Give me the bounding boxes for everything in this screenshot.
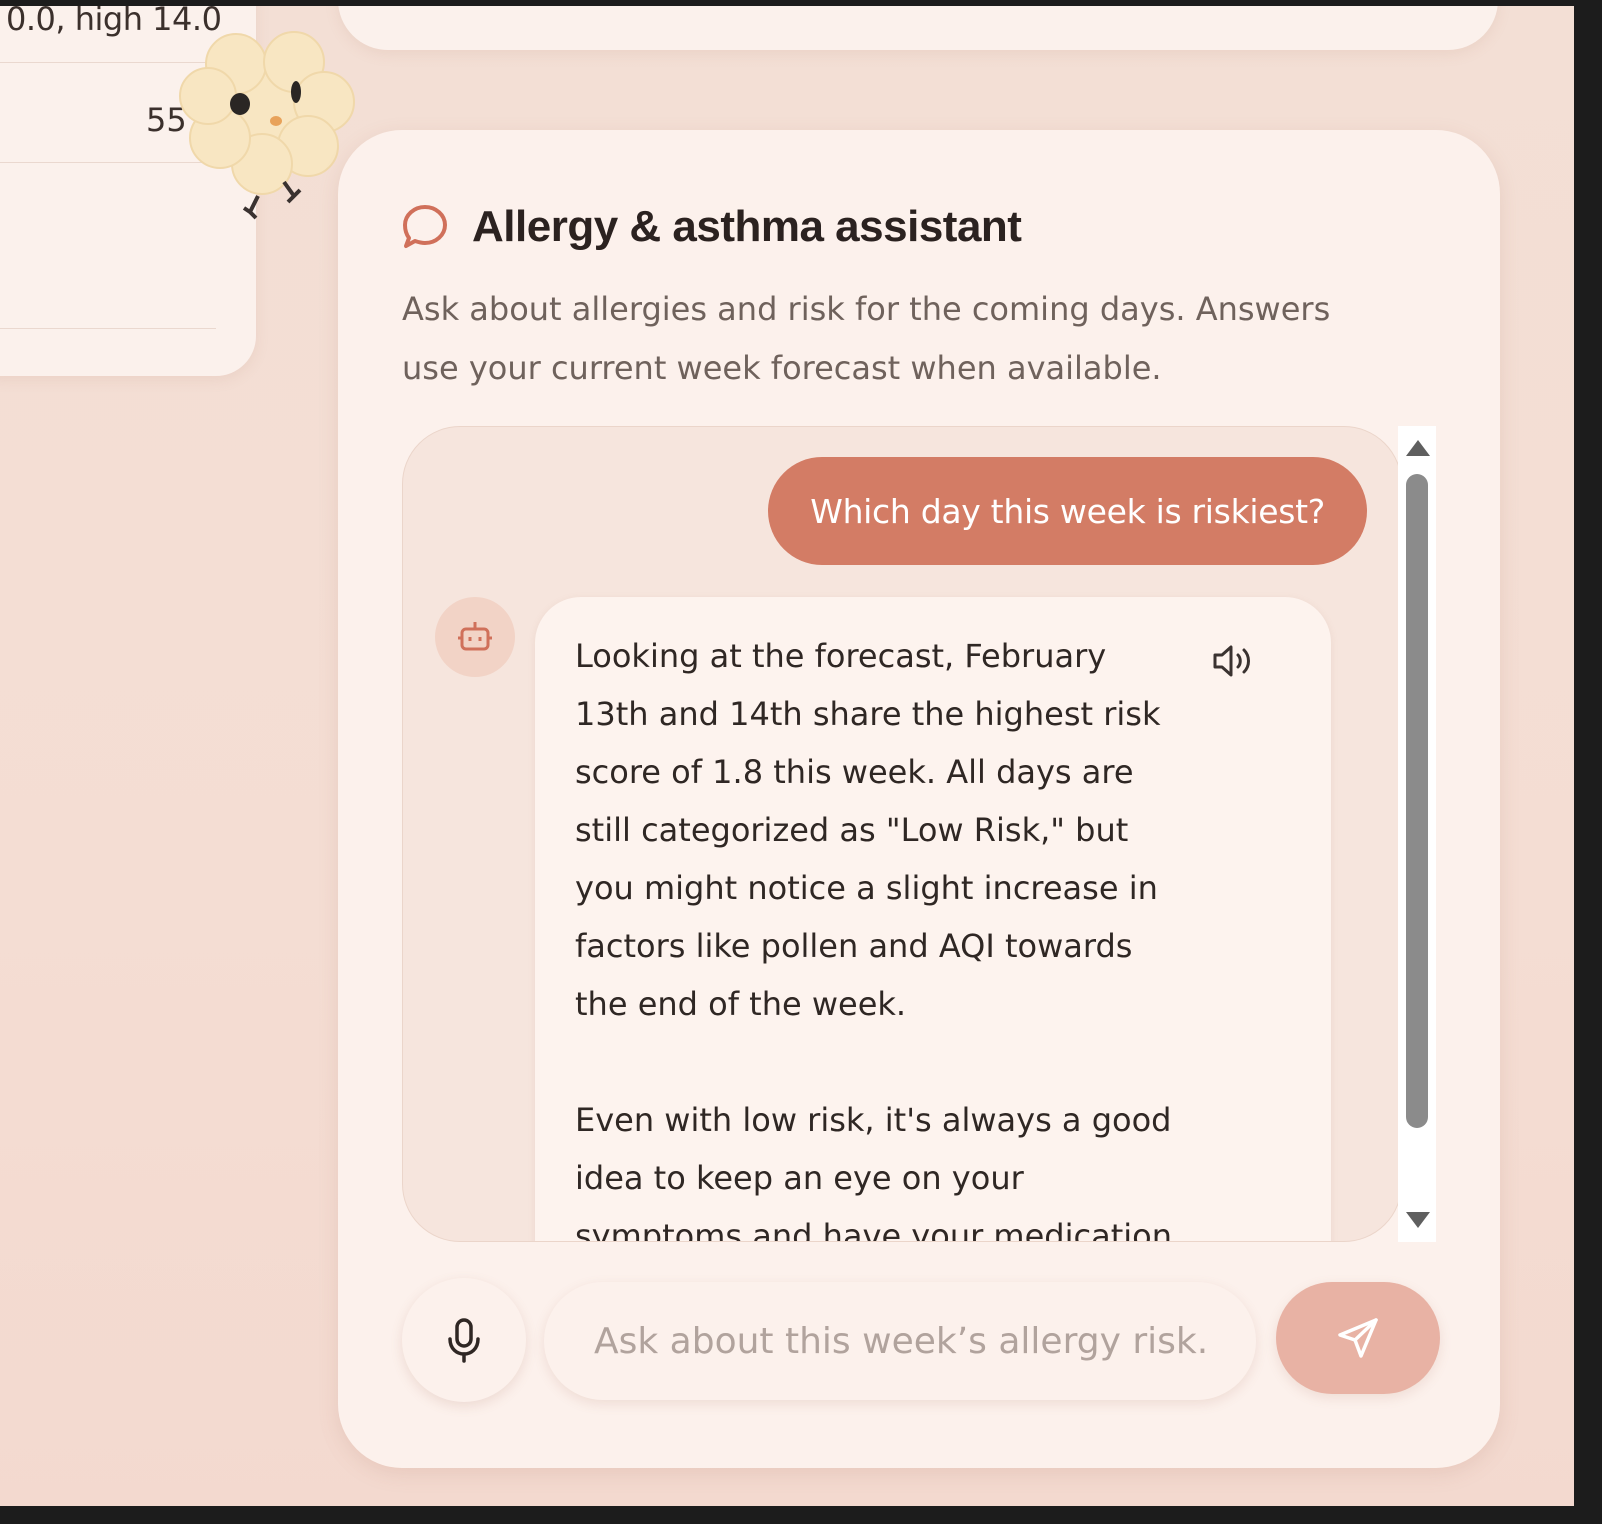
scroll-up-arrow-icon[interactable] (1406, 440, 1430, 456)
bot-avatar (435, 597, 515, 677)
chat-scrollbar[interactable] (1398, 426, 1436, 1242)
send-button[interactable] (1276, 1282, 1440, 1394)
previous-card (338, 0, 1498, 50)
assistant-subtitle: Ask about allergies and risk for the com… (402, 290, 1331, 387)
window-edge-top (0, 0, 1602, 6)
microphone-icon (448, 1318, 480, 1363)
chat-messages[interactable]: Which day this week is riskiest? Looking… (402, 426, 1402, 1242)
divider (0, 328, 216, 329)
flower-mascot-icon (179, 31, 355, 220)
robot-icon (458, 622, 492, 651)
bot-message-text: Looking at the forecast, February 13th a… (575, 637, 1172, 1242)
chat-bubble-icon (403, 205, 447, 248)
bot-message: Looking at the forecast, February 13th a… (535, 597, 1331, 1242)
window-edge-bottom (0, 1506, 1602, 1524)
user-message: Which day this week is riskiest? (768, 457, 1367, 565)
assistant-header: Allergy & asthma assistant (400, 202, 1022, 252)
scroll-thumb[interactable] (1406, 474, 1428, 1128)
window-edge-right (1574, 0, 1602, 1524)
page: 0.0, high 14.0 55 Allergy & asthma assis… (0, 0, 1602, 1524)
send-icon (1338, 1318, 1378, 1358)
chat-input[interactable] (544, 1282, 1256, 1400)
scroll-down-arrow-icon[interactable] (1406, 1212, 1430, 1228)
speaker-icon[interactable] (1211, 641, 1257, 681)
assistant-title: Allergy & asthma assistant (472, 202, 1022, 251)
microphone-button[interactable] (402, 1278, 526, 1402)
assistant-card: Allergy & asthma assistant Ask about all… (338, 130, 1500, 1468)
